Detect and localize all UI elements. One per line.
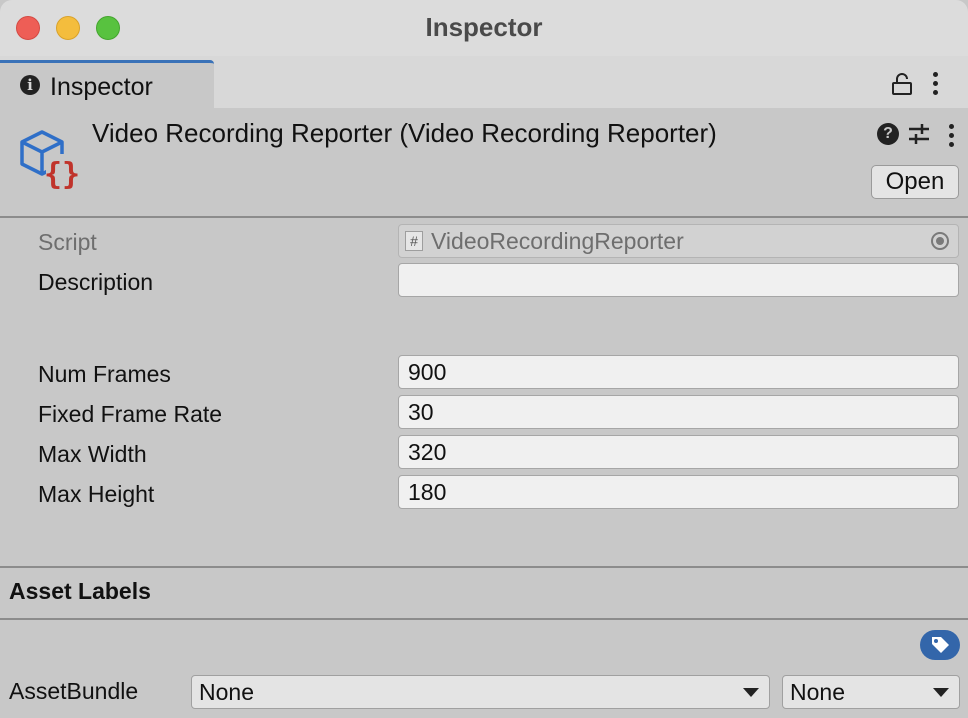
asset-labels-divider-bottom [0, 618, 968, 620]
lock-icon[interactable] [891, 72, 913, 96]
open-button[interactable]: Open [871, 165, 959, 199]
asset-bundle-variant-value: None [790, 679, 845, 705]
svg-text:{}: {} [44, 157, 80, 190]
asset-bundle-variant-dropdown[interactable]: None [782, 675, 960, 709]
script-field[interactable]: # VideoRecordingReporter [398, 224, 959, 258]
window-title: Inspector [425, 12, 543, 42]
max-width-field[interactable]: 320 [398, 435, 959, 469]
chevron-down-icon [743, 688, 759, 697]
max-height-label: Max Height [38, 481, 155, 507]
num-frames-field[interactable]: 900 [398, 355, 959, 389]
asset-labels-tag-button[interactable] [920, 630, 960, 660]
chevron-down-icon [933, 688, 949, 697]
asset-bundle-label: AssetBundle [9, 678, 139, 704]
description-field[interactable] [398, 263, 959, 297]
fixed-frame-rate-label: Fixed Frame Rate [38, 401, 223, 427]
fixed-frame-rate-field[interactable]: 30 [398, 395, 959, 429]
inspector-window: Inspector i Inspector {} Video Recording… [0, 0, 968, 718]
hash-icon: # [405, 231, 423, 251]
description-label: Description [38, 269, 154, 295]
tab-label: Inspector [50, 73, 153, 101]
tab-strip: i Inspector [0, 56, 968, 108]
component-title: Video Recording Reporter (Video Recordin… [92, 118, 717, 148]
script-icon: {} [20, 130, 80, 190]
header-divider [0, 216, 968, 218]
target-icon[interactable] [931, 232, 949, 250]
help-icon[interactable]: ? [877, 123, 899, 145]
component-header: {} Video Recording Reporter (Video Recor… [0, 108, 968, 216]
tab-inspector[interactable]: i Inspector [0, 60, 214, 108]
title-bar: Inspector [0, 0, 968, 56]
script-label: Script [38, 229, 97, 255]
num-frames-label: Num Frames [38, 361, 171, 387]
info-icon: i [20, 75, 40, 95]
presets-icon[interactable] [908, 123, 930, 145]
script-field-value: VideoRecordingReporter [431, 228, 684, 254]
asset-labels-heading[interactable]: Asset Labels [9, 578, 151, 605]
tag-icon [932, 637, 949, 653]
asset-labels-divider-top [0, 566, 968, 568]
max-width-label: Max Width [38, 441, 147, 467]
asset-bundle-dropdown[interactable]: None [191, 675, 770, 709]
max-height-field[interactable]: 180 [398, 475, 959, 509]
tab-menu-kebab-icon[interactable] [933, 72, 939, 99]
asset-bundle-value: None [199, 679, 254, 705]
component-menu-kebab-icon[interactable] [949, 124, 955, 151]
